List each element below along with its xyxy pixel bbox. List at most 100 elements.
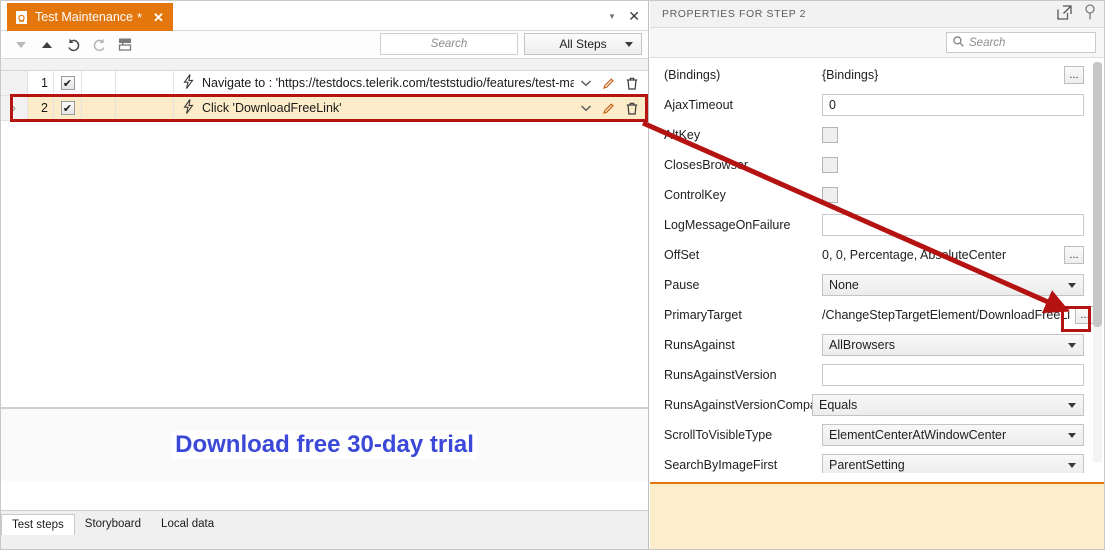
runsagainst-value: AllBrowsers (829, 338, 895, 352)
pencil-icon[interactable] (601, 76, 616, 91)
property-label: AltKey (664, 128, 701, 142)
group-steps-button[interactable] (113, 34, 137, 56)
runsagainstversioncompare-dropdown[interactable]: Equals (812, 394, 1084, 416)
scrolltovisibletype-dropdown[interactable]: ElementCenterAtWindowCenter (822, 424, 1084, 446)
bottom-tabstrip: Test steps Storyboard Local data (1, 510, 648, 549)
test-studio-window: Test Maintenance * ✕ ▾ ✕ Search All Step… (0, 0, 1105, 550)
property-value-text: 0, 0, Percentage, AbsoluteCenter (822, 248, 1007, 262)
pin-icon[interactable] (1084, 4, 1096, 25)
chevron-down-icon[interactable] (580, 79, 592, 87)
property-value: ParentSetting (822, 454, 1084, 473)
document-tab-close-icon[interactable]: ✕ (153, 11, 164, 24)
property-value: Equals (812, 394, 1084, 416)
document-icon (15, 9, 28, 25)
properties-header-icons (1057, 1, 1096, 28)
offset-ellipsis-button[interactable]: ... (1064, 246, 1084, 264)
pencil-icon[interactable] (601, 101, 616, 116)
property-value: 0, 0, Percentage, AbsoluteCenter ... (822, 246, 1084, 264)
move-down-button[interactable] (9, 34, 33, 56)
property-row-altkey[interactable]: AltKey (650, 120, 1104, 150)
property-row-ajaxtimeout[interactable]: AjaxTimeout 0 (650, 90, 1104, 120)
property-row-pause[interactable]: Pause None (650, 270, 1104, 300)
row-expander-label: › (12, 101, 16, 115)
tabstrip-close-icon[interactable]: ✕ (628, 8, 640, 25)
document-tabstrip: Test Maintenance * ✕ ▾ ✕ (1, 1, 648, 31)
ajaxtimeout-input[interactable]: 0 (822, 94, 1084, 116)
step-description: Navigate to : 'https://testdocs.telerik.… (202, 76, 574, 90)
properties-scrollbar-thumb[interactable] (1093, 62, 1102, 327)
undo-button[interactable] (61, 34, 85, 56)
bindings-ellipsis-button[interactable]: ... (1064, 66, 1084, 84)
property-row-logmessageonfailure[interactable]: LogMessageOnFailure (650, 210, 1104, 240)
redo-icon (93, 38, 105, 52)
property-row-bindings[interactable]: (Bindings) {Bindings} ... (650, 60, 1104, 90)
property-value (822, 214, 1084, 236)
row-breakpoint-cell[interactable] (82, 96, 116, 120)
row-description-cell: Navigate to : 'https://testdocs.telerik.… (174, 71, 574, 95)
property-row-primarytarget[interactable]: PrimaryTarget /ChangeStepTargetElement/D… (650, 300, 1104, 330)
move-up-button[interactable] (35, 34, 59, 56)
chevron-down-icon (625, 42, 633, 47)
undo-icon (67, 38, 79, 52)
logmessageonfailure-input[interactable] (822, 214, 1084, 236)
browser-preview: Download free 30-day trial (1, 408, 648, 481)
row-expander[interactable]: › (1, 96, 28, 120)
property-label: RunsAgainstVersionCompare (664, 398, 822, 412)
property-row-runsagainstversion[interactable]: RunsAgainstVersion (650, 360, 1104, 390)
altkey-checkbox[interactable] (822, 127, 838, 143)
runsagainstversion-input[interactable] (822, 364, 1084, 386)
controlkey-checkbox[interactable] (822, 187, 838, 203)
document-tab-label: Test Maintenance (35, 10, 133, 24)
download-free-trial-link[interactable]: Download free 30-day trial (172, 431, 477, 459)
tabstrip-overflow-icon[interactable]: ▾ (610, 11, 615, 22)
runsagainst-dropdown[interactable]: AllBrowsers (822, 334, 1084, 356)
property-label: RunsAgainstVersion (664, 368, 777, 382)
property-row-runsagainstversioncompare[interactable]: RunsAgainstVersionCompare Equals (650, 390, 1104, 420)
row-expander[interactable] (1, 71, 28, 95)
chevron-down-icon (1068, 403, 1076, 408)
row-number: 2 (28, 96, 54, 120)
redo-button[interactable] (87, 34, 111, 56)
properties-search-input[interactable]: Search (946, 32, 1096, 53)
property-row-searchbyimagefirst[interactable]: SearchByImageFirst ParentSetting (650, 450, 1104, 473)
steps-filter-label: All Steps (559, 37, 607, 51)
closesbrowser-checkbox[interactable] (822, 157, 838, 173)
property-row-controlkey[interactable]: ControlKey (650, 180, 1104, 210)
property-label: ClosesBrowser (664, 158, 749, 172)
tab-test-steps[interactable]: Test steps (1, 514, 75, 535)
open-external-icon[interactable] (1057, 4, 1072, 25)
properties-search-placeholder: Search (969, 36, 1006, 49)
row-enabled-checkbox[interactable]: ✔ (60, 101, 75, 115)
table-row[interactable]: 1 ✔ Navigate to : 'https://testdocs.tele… (1, 71, 648, 96)
row-breakpoint-cell[interactable] (82, 71, 116, 95)
row-enabled-checkbox[interactable]: ✔ (60, 76, 75, 90)
triangle-up-icon (42, 41, 52, 48)
trash-icon[interactable] (625, 76, 639, 91)
scrolltovisibletype-value: ElementCenterAtWindowCenter (829, 428, 1007, 442)
searchbyimagefirst-dropdown[interactable]: ParentSetting (822, 454, 1084, 473)
pause-dropdown[interactable]: None (822, 274, 1084, 296)
properties-list: (Bindings) {Bindings} ... AjaxTimeout 0 … (650, 58, 1104, 473)
row-status-cell (116, 96, 174, 120)
row-description-cell: Click 'DownloadFreeLink' (174, 96, 574, 120)
runsagainstversioncompare-value: Equals (819, 398, 858, 412)
property-row-closesbrowser[interactable]: ClosesBrowser (650, 150, 1104, 180)
tab-local-data[interactable]: Local data (151, 514, 224, 534)
steps-filter-dropdown[interactable]: All Steps (524, 33, 642, 55)
steps-search-input[interactable]: Search (380, 33, 518, 55)
property-value (822, 187, 1084, 203)
property-row-offset[interactable]: OffSet 0, 0, Percentage, AbsoluteCenter … (650, 240, 1104, 270)
property-value-text: {Bindings} (822, 68, 879, 82)
chevron-down-icon[interactable] (580, 104, 592, 112)
property-label: Pause (664, 278, 700, 292)
document-tab-test-maintenance[interactable]: Test Maintenance * ✕ (7, 3, 173, 31)
toolbar-right-group: Search All Steps (380, 33, 642, 55)
test-steps-pane: Test Maintenance * ✕ ▾ ✕ Search All Step… (1, 1, 649, 549)
tab-storyboard[interactable]: Storyboard (75, 514, 151, 534)
table-row[interactable]: › 2 ✔ Click 'DownloadFreeLink' (1, 96, 648, 121)
property-label: AjaxTimeout (664, 98, 734, 112)
trash-icon[interactable] (625, 101, 639, 116)
property-row-runsagainst[interactable]: RunsAgainst AllBrowsers (650, 330, 1104, 360)
toolbar-button-group (1, 34, 137, 56)
property-row-scrolltovisibletype[interactable]: ScrollToVisibleType ElementCenterAtWindo… (650, 420, 1104, 450)
